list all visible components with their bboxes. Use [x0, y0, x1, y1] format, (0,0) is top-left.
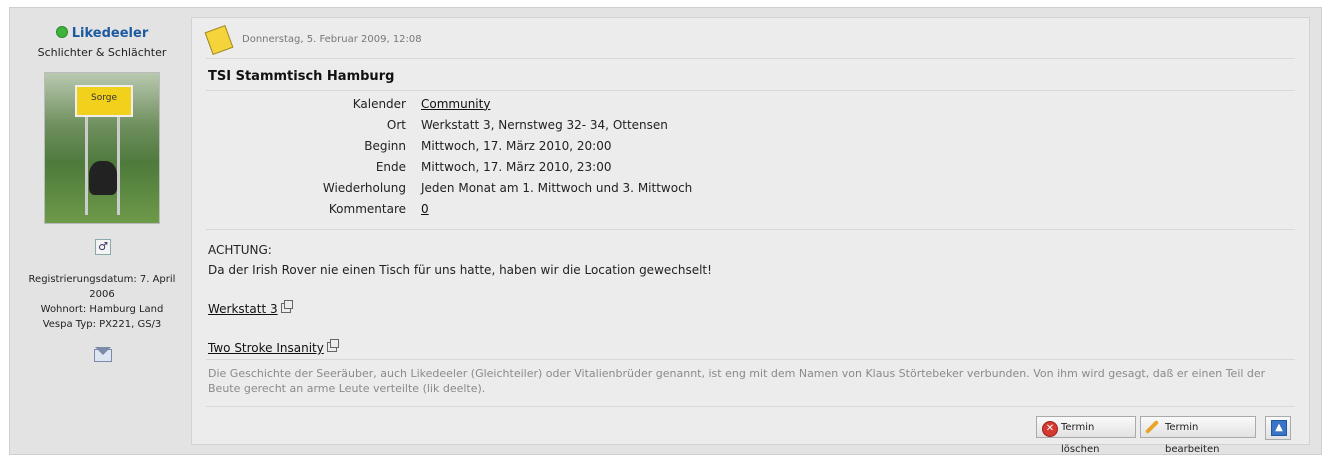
post-body: ACHTUNG: Da der Irish Rover nie einen Ti… — [208, 240, 712, 358]
online-status-icon — [55, 26, 68, 38]
detail-value: Mittwoch, 17. März 2010, 20:00 — [421, 138, 612, 153]
avatar-pole — [85, 115, 88, 215]
user-signature: Die Geschichte der Seeräuber, auch Liked… — [208, 367, 1266, 395]
edit-event-button[interactable]: Termin bearbeiten — [1140, 416, 1256, 455]
divider — [206, 229, 1295, 230]
divider — [206, 90, 1295, 91]
external-link-icon — [326, 339, 339, 352]
werkstatt-link[interactable]: Werkstatt 3 — [208, 302, 278, 316]
avatar: Sorge — [44, 72, 160, 224]
delete-button-label: Termin löschen — [1061, 422, 1100, 455]
pencil-icon — [1144, 419, 1160, 435]
username-link[interactable]: Likedeeler — [72, 26, 148, 41]
edit-button-label: Termin bearbeiten — [1165, 422, 1220, 455]
detail-label: Kommentare — [328, 201, 406, 216]
body-heading: ACHTUNG: — [208, 243, 272, 257]
user-info: Registrierungsdatum: 7. April 2006 Wohno… — [22, 272, 182, 332]
registration-date: Registrierungsdatum: 7. April 2006 — [28, 274, 176, 300]
detail-label: Kalender — [352, 96, 406, 111]
external-link-icon — [280, 300, 293, 313]
mail-icon[interactable] — [94, 347, 112, 362]
male-gender-icon: ♂ — [95, 239, 111, 255]
page-container: Likedeeler Schlichter & Schlächter Sorge… — [9, 7, 1322, 455]
detail-row-location: Ort Werkstatt 3, Nernstweg 32- 34, Otten… — [206, 114, 692, 135]
user-title: Schlichter & Schlächter — [37, 46, 167, 59]
divider — [206, 359, 1295, 360]
divider — [206, 58, 1295, 59]
post-date: Donnerstag, 5. Februar 2009, 12:08 — [242, 34, 422, 45]
detail-row-repeat: Wiederholung Jeden Monat am 1. Mittwoch … — [206, 177, 692, 198]
vespa-type: Vespa Typ: PX221, GS/3 — [42, 319, 162, 330]
arrow-up-icon: ▲ — [1271, 420, 1287, 436]
detail-value: Werkstatt 3, Nernstweg 32- 34, Ottensen — [421, 117, 668, 132]
detail-label: Ende — [375, 159, 406, 174]
avatar-scooter — [89, 161, 117, 195]
body-text: Da der Irish Rover nie einen Tisch für u… — [208, 263, 712, 277]
detail-value: Mittwoch, 17. März 2010, 23:00 — [421, 159, 612, 174]
calendar-link[interactable]: Community — [421, 97, 490, 111]
link-line-1: Werkstatt 3 — [208, 299, 712, 319]
link-line-2: Two Stroke Insanity — [208, 338, 712, 358]
comments-link[interactable]: 0 — [421, 202, 429, 216]
user-location: Wohnort: Hamburg Land — [40, 304, 164, 315]
delete-event-button[interactable]: ✕ Termin löschen — [1036, 416, 1136, 455]
detail-label: Beginn — [364, 138, 406, 153]
note-icon — [204, 24, 234, 56]
detail-label: Wiederholung — [322, 180, 406, 195]
event-details-table: Kalender Community Ort Werkstatt 3, Nern… — [206, 93, 692, 219]
detail-row-start: Beginn Mittwoch, 17. März 2010, 20:00 — [206, 135, 692, 156]
post-title: TSI Stammtisch Hamburg — [208, 69, 395, 84]
avatar-sign: Sorge — [75, 85, 133, 117]
user-sidebar: Likedeeler Schlichter & Schlächter Sorge… — [22, 16, 182, 444]
detail-row-comments: Kommentare 0 — [206, 198, 692, 219]
detail-row-calendar: Kalender Community — [206, 93, 692, 114]
divider — [206, 406, 1295, 407]
avatar-pole — [117, 115, 120, 215]
detail-value: Jeden Monat am 1. Mittwoch und 3. Mittwo… — [421, 180, 693, 195]
calendar-post: Donnerstag, 5. Februar 2009, 12:08 TSI S… — [191, 17, 1310, 455]
delete-icon: ✕ — [1042, 421, 1058, 437]
username-line: Likedeeler — [22, 26, 182, 41]
scroll-to-top-button[interactable]: ▲ — [1265, 416, 1291, 440]
two-stroke-link[interactable]: Two Stroke Insanity — [208, 341, 324, 355]
detail-label: Ort — [386, 117, 406, 132]
detail-row-end: Ende Mittwoch, 17. März 2010, 23:00 — [206, 156, 692, 177]
